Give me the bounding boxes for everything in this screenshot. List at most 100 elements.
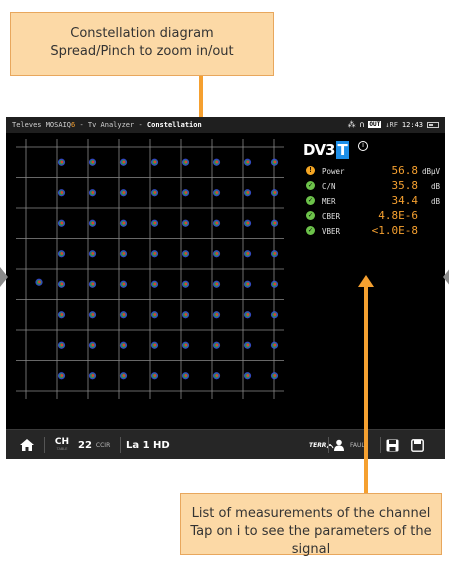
constellation-point [57, 250, 66, 258]
constellation-point [181, 189, 190, 197]
measurement-label: CBER [322, 212, 341, 221]
constellation-point [150, 250, 159, 258]
channel-number[interactable]: 22 CCIR [78, 430, 110, 460]
callout-constellation: Constellation diagram Spread/Pinch to zo… [10, 12, 274, 76]
constellation-point [181, 250, 190, 258]
network-icon: ⁂ [347, 120, 356, 129]
left-panel-tab[interactable] [0, 267, 8, 287]
constellation-point [88, 219, 97, 227]
separator [44, 437, 45, 453]
callout-bottom-line2: Tap on i to see the parameters of the si… [190, 524, 432, 557]
constellation-point [35, 278, 43, 286]
constellation-point [57, 311, 66, 319]
user-icon [334, 439, 344, 451]
app-name: - Tv Analyzer - [75, 121, 147, 129]
constellation-point [88, 158, 97, 166]
right-panel-tab[interactable] [443, 267, 449, 287]
constellation-point [243, 158, 252, 166]
constellation-point [119, 158, 128, 166]
constellation-point [212, 250, 221, 258]
constellation-point [243, 311, 252, 319]
constellation-point [243, 280, 252, 288]
measurement-unit: dB [430, 197, 440, 206]
constellation-point [212, 311, 221, 319]
constellation-point [181, 280, 190, 288]
constellation-point [119, 280, 128, 288]
ch-label: CH [54, 437, 70, 447]
constellation-point [270, 280, 279, 288]
out-badge: OUT [368, 121, 382, 128]
constellation-diagram[interactable] [16, 139, 284, 399]
constellation-point [150, 158, 159, 166]
measurement-label: C/N [322, 182, 336, 191]
dvbt-logo-text: DV3 [303, 141, 335, 159]
constellation-point [212, 158, 221, 166]
rf-indicator: ↓RF [385, 121, 398, 129]
constellation-point [270, 189, 279, 197]
separator [328, 437, 329, 453]
constellation-point [119, 341, 128, 349]
separator [380, 437, 381, 453]
user-button[interactable] [334, 430, 344, 460]
measurement-value: 56.8 [391, 164, 419, 177]
measurement-label: MER [322, 197, 336, 206]
constellation-point [57, 158, 66, 166]
rf-label: RF [389, 120, 398, 129]
home-icon [20, 439, 34, 451]
clock: 12:43 [401, 120, 423, 129]
constellation-point [181, 219, 190, 227]
tutorial-canvas: Constellation diagram Spread/Pinch to zo… [0, 0, 449, 562]
constellation-point [243, 372, 252, 380]
constellation-point [150, 372, 159, 380]
constellation-point [88, 250, 97, 258]
measurement-value: 34.4 [391, 194, 419, 207]
check-icon: ✓ [306, 196, 315, 205]
channel-number-value: 22 [78, 439, 92, 451]
constellation-point [150, 341, 159, 349]
service-name-text: La 1 HD [126, 439, 170, 451]
channel-button[interactable]: CH TABLE [51, 430, 73, 460]
constellation-point [181, 341, 190, 349]
constellation-point [88, 311, 97, 319]
constellation-point [57, 189, 66, 197]
service-name[interactable]: La 1 HD [126, 430, 170, 460]
measurement-row-cber: ✓ CBER 4.8E-6 [306, 208, 440, 223]
save-button[interactable] [386, 430, 399, 460]
constellation-plot[interactable] [16, 139, 284, 399]
constellation-point [119, 250, 128, 258]
constellation-point [270, 158, 279, 166]
check-icon: ✓ [306, 226, 315, 235]
screen-title: Constellation [146, 121, 202, 129]
constellation-point [88, 189, 97, 197]
check-icon: ✓ [306, 181, 315, 190]
constellation-point [243, 219, 252, 227]
callout-bottom-arrow [364, 286, 368, 494]
constellation-point [181, 158, 190, 166]
constellation-point [88, 341, 97, 349]
terrestrial-band-button[interactable]: TERR [309, 430, 334, 460]
channel-plan: CCIR [95, 441, 111, 449]
constellation-grid [16, 139, 284, 399]
constellation-point [150, 219, 159, 227]
measurements-list: ! Power 56.8 dBµV ✓ C/N 35.8 dB ✓ MER 34.4 dB ✓ CBER 4… [306, 163, 440, 238]
callout-bottom-line1: List of measurements of the channel [191, 506, 431, 521]
save-screen-icon [411, 438, 424, 452]
constellation-point [150, 311, 159, 319]
info-icon[interactable]: i [358, 141, 368, 151]
callout-bottom-arrow-head [358, 275, 374, 287]
constellation-point [88, 372, 97, 380]
measurement-row-power: ! Power 56.8 dBµV [306, 163, 440, 178]
measurement-value: 4.8E-6 [378, 209, 418, 222]
constellation-point [119, 219, 128, 227]
constellation-point [181, 372, 190, 380]
save-screen-button[interactable] [411, 430, 424, 460]
measurement-unit: dBµV [421, 167, 440, 176]
analyzer-screen: Televes MOSAIQ6 - Tv Analyzer - Constell… [0, 117, 449, 460]
constellation-point [212, 189, 221, 197]
save-icon [386, 439, 399, 451]
callout-top-line2: Spread/Pinch to zoom in/out [50, 44, 234, 59]
measurement-value: 35.8 [391, 179, 419, 192]
constellation-point [119, 311, 128, 319]
constellation-point [119, 189, 128, 197]
home-button[interactable] [16, 430, 38, 460]
